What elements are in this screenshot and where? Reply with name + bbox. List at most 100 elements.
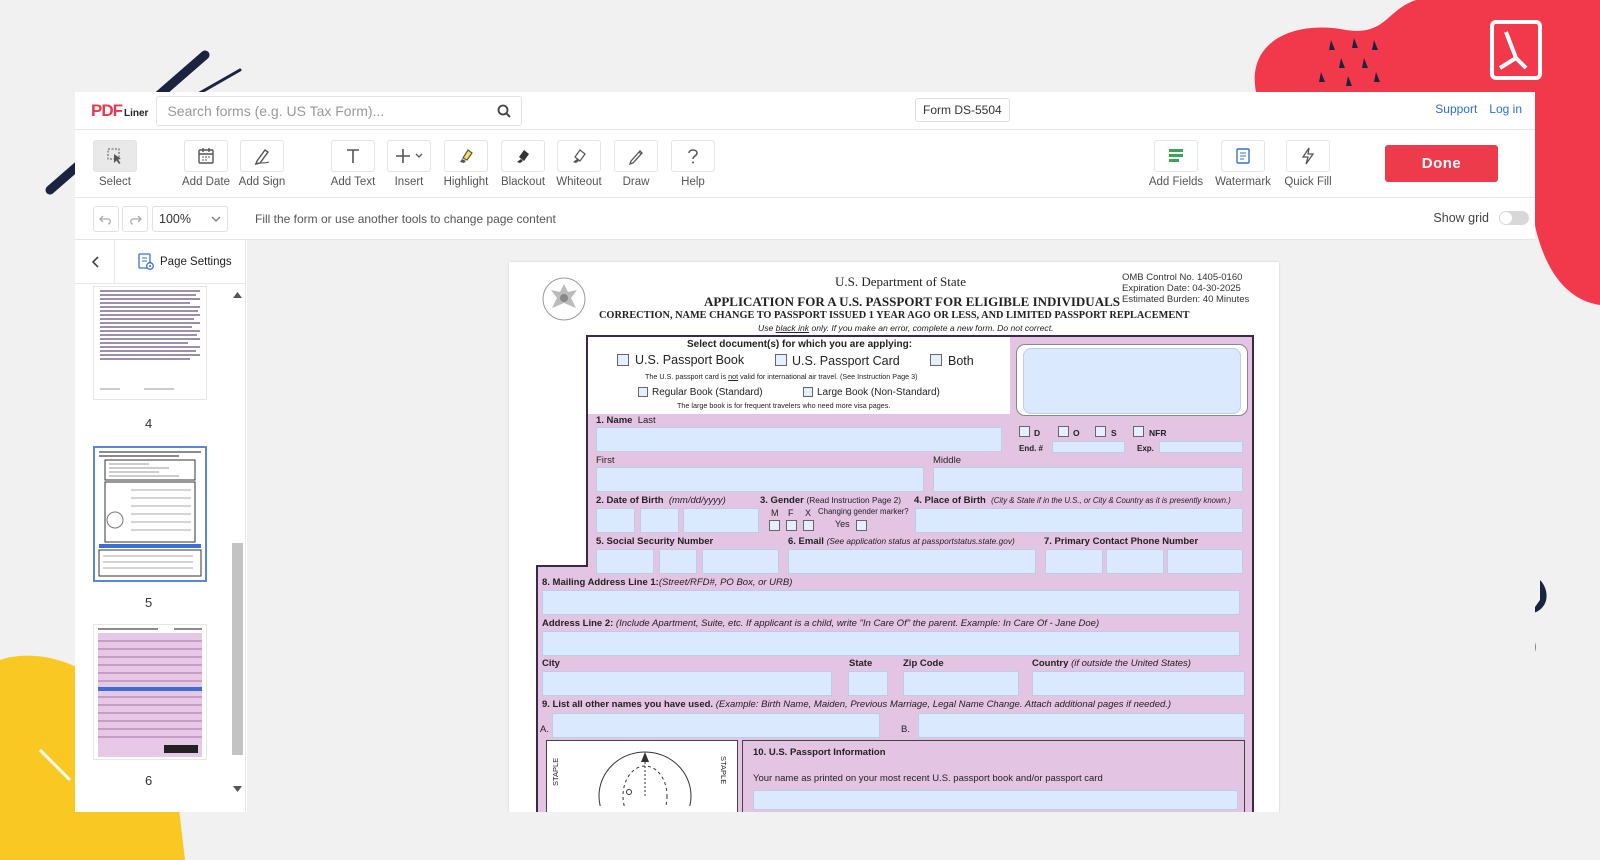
d-checkbox[interactable] xyxy=(1019,426,1030,437)
other-names-label: 9. List all other names you have used. (… xyxy=(542,699,1171,710)
ssn-field-2[interactable] xyxy=(659,549,697,574)
name-label: 1. Name Last xyxy=(596,415,656,426)
changing-marker-checkbox[interactable] xyxy=(856,520,867,531)
show-grid-toggle[interactable] xyxy=(1499,211,1529,225)
gender-f-checkbox[interactable] xyxy=(786,520,797,531)
tool-draw[interactable]: Draw xyxy=(606,140,666,188)
city-label: City xyxy=(542,658,560,669)
mailing-address-label: 8. Mailing Address Line 1:(Street/RFD#, … xyxy=(542,577,792,588)
email-text: 6. Email xyxy=(788,536,824,547)
passport-book-checkbox[interactable] xyxy=(617,354,629,366)
support-link[interactable]: Support xyxy=(1435,102,1477,116)
search-icon[interactable] xyxy=(497,104,512,118)
dob-format: (mm/dd/yyyy) xyxy=(668,495,726,506)
ssn-field-1[interactable] xyxy=(596,549,654,574)
tool-add-fields[interactable]: Add Fields xyxy=(1146,140,1206,188)
page-thumbnail-6[interactable] xyxy=(93,624,207,760)
phone-field-1[interactable] xyxy=(1045,549,1103,574)
both-checkbox[interactable] xyxy=(930,354,942,366)
other-name-a-field[interactable] xyxy=(552,713,880,738)
tool-whiteout[interactable]: Whiteout xyxy=(549,140,609,188)
tool-insert[interactable]: Insert xyxy=(379,140,439,188)
page-settings-button[interactable]: Page Settings xyxy=(137,252,232,271)
tool-add-date[interactable]: Add Date xyxy=(176,140,236,188)
address-line-2-field[interactable] xyxy=(542,631,1240,656)
phone-field-2[interactable] xyxy=(1106,549,1164,574)
s-checkbox[interactable] xyxy=(1095,426,1106,437)
tool-add-text[interactable]: Add Text xyxy=(323,140,383,188)
tool-blackout[interactable]: Blackout xyxy=(493,140,553,188)
tool-highlight[interactable]: Highlight xyxy=(436,140,496,188)
both-label: Both xyxy=(948,354,974,368)
dob-month-field[interactable] xyxy=(596,508,635,533)
card-note-not: not xyxy=(728,372,739,381)
regular-book-checkbox[interactable] xyxy=(638,387,648,397)
search-input[interactable] xyxy=(167,102,468,119)
dob-year-field[interactable] xyxy=(683,508,759,533)
tool-quick-fill[interactable]: Quick Fill xyxy=(1278,140,1338,188)
omb-number: OMB Control No. 1405-0160 xyxy=(1122,272,1243,283)
redo-button[interactable] xyxy=(122,205,148,232)
zip-field[interactable] xyxy=(903,671,1019,696)
first-name-field[interactable] xyxy=(596,467,924,492)
name-printed-field[interactable] xyxy=(753,790,1238,810)
tool-add-sign[interactable]: Add Sign xyxy=(232,140,292,188)
page-number: 4 xyxy=(145,416,153,431)
scroll-down-icon xyxy=(233,786,242,792)
place-of-birth-field[interactable] xyxy=(915,508,1243,533)
s-text: S xyxy=(1111,428,1117,438)
zoom-select[interactable]: 100% xyxy=(152,205,228,232)
page-thumbnail-5[interactable] xyxy=(93,446,207,582)
hint-text: Fill the form or use another tools to ch… xyxy=(255,211,556,226)
phone-label: 7. Primary Contact Phone Number xyxy=(1044,536,1198,547)
logo-sub: Liner xyxy=(124,107,149,119)
address-line-1-field[interactable] xyxy=(542,590,1240,615)
tool-help[interactable]: Help xyxy=(663,140,723,188)
other-names-text: 9. List all other names you have used. xyxy=(542,699,714,710)
login-link[interactable]: Log in xyxy=(1489,102,1522,116)
dob-day-field[interactable] xyxy=(640,508,679,533)
first-label: First xyxy=(596,455,615,466)
pdfliner-logo[interactable]: PDF Liner xyxy=(91,101,148,121)
ssn-field-3[interactable] xyxy=(702,549,779,574)
name-printed-label: Your name as printed on your most recent… xyxy=(753,773,1103,784)
tool-watermark[interactable]: Watermark xyxy=(1213,140,1273,188)
country-field[interactable] xyxy=(1032,671,1245,696)
gender-x-checkbox[interactable] xyxy=(803,520,814,531)
end-number-field[interactable] xyxy=(1052,441,1125,453)
official-use-field[interactable] xyxy=(1023,348,1241,414)
page-number: 5 xyxy=(145,595,153,610)
undo-button[interactable] xyxy=(93,205,119,232)
nfr-label: NFR xyxy=(1149,428,1166,438)
tool-label: Add Text xyxy=(330,176,376,188)
scrollbar-thumb[interactable] xyxy=(232,543,243,755)
middle-name-field[interactable] xyxy=(933,467,1243,492)
large-book-checkbox[interactable] xyxy=(803,387,813,397)
email-field[interactable] xyxy=(788,549,1036,574)
o-checkbox[interactable] xyxy=(1058,426,1069,437)
email-note: (See application status at passportstatu… xyxy=(826,536,1015,546)
other-name-b-field[interactable] xyxy=(918,713,1245,738)
o-label: O xyxy=(1073,428,1080,438)
gender-m-checkbox[interactable] xyxy=(769,520,780,531)
done-button[interactable]: Done xyxy=(1385,145,1498,182)
fields-icon xyxy=(1169,149,1183,162)
last-name-field[interactable] xyxy=(596,427,1002,452)
gender-text: 3. Gender xyxy=(760,495,804,506)
signature-icon xyxy=(254,149,270,165)
tool-label: Add Sign xyxy=(238,176,286,188)
nfr-checkbox[interactable] xyxy=(1133,426,1144,437)
passport-card-checkbox[interactable] xyxy=(775,354,787,366)
undo-icon xyxy=(99,215,111,225)
d-text: D xyxy=(1034,428,1041,438)
tool-select[interactable]: Select xyxy=(85,140,145,188)
phone-field-3[interactable] xyxy=(1167,549,1243,574)
collapse-sidebar-button[interactable] xyxy=(75,239,115,284)
nfr-text: NFR xyxy=(1149,428,1167,438)
city-field[interactable] xyxy=(542,671,832,696)
zip-label: Zip Code xyxy=(903,658,944,669)
sidebar-scrollbar[interactable] xyxy=(231,288,244,812)
page-thumbnail-4[interactable] xyxy=(93,286,207,400)
exp-field[interactable] xyxy=(1159,441,1243,453)
state-field[interactable] xyxy=(848,671,888,696)
